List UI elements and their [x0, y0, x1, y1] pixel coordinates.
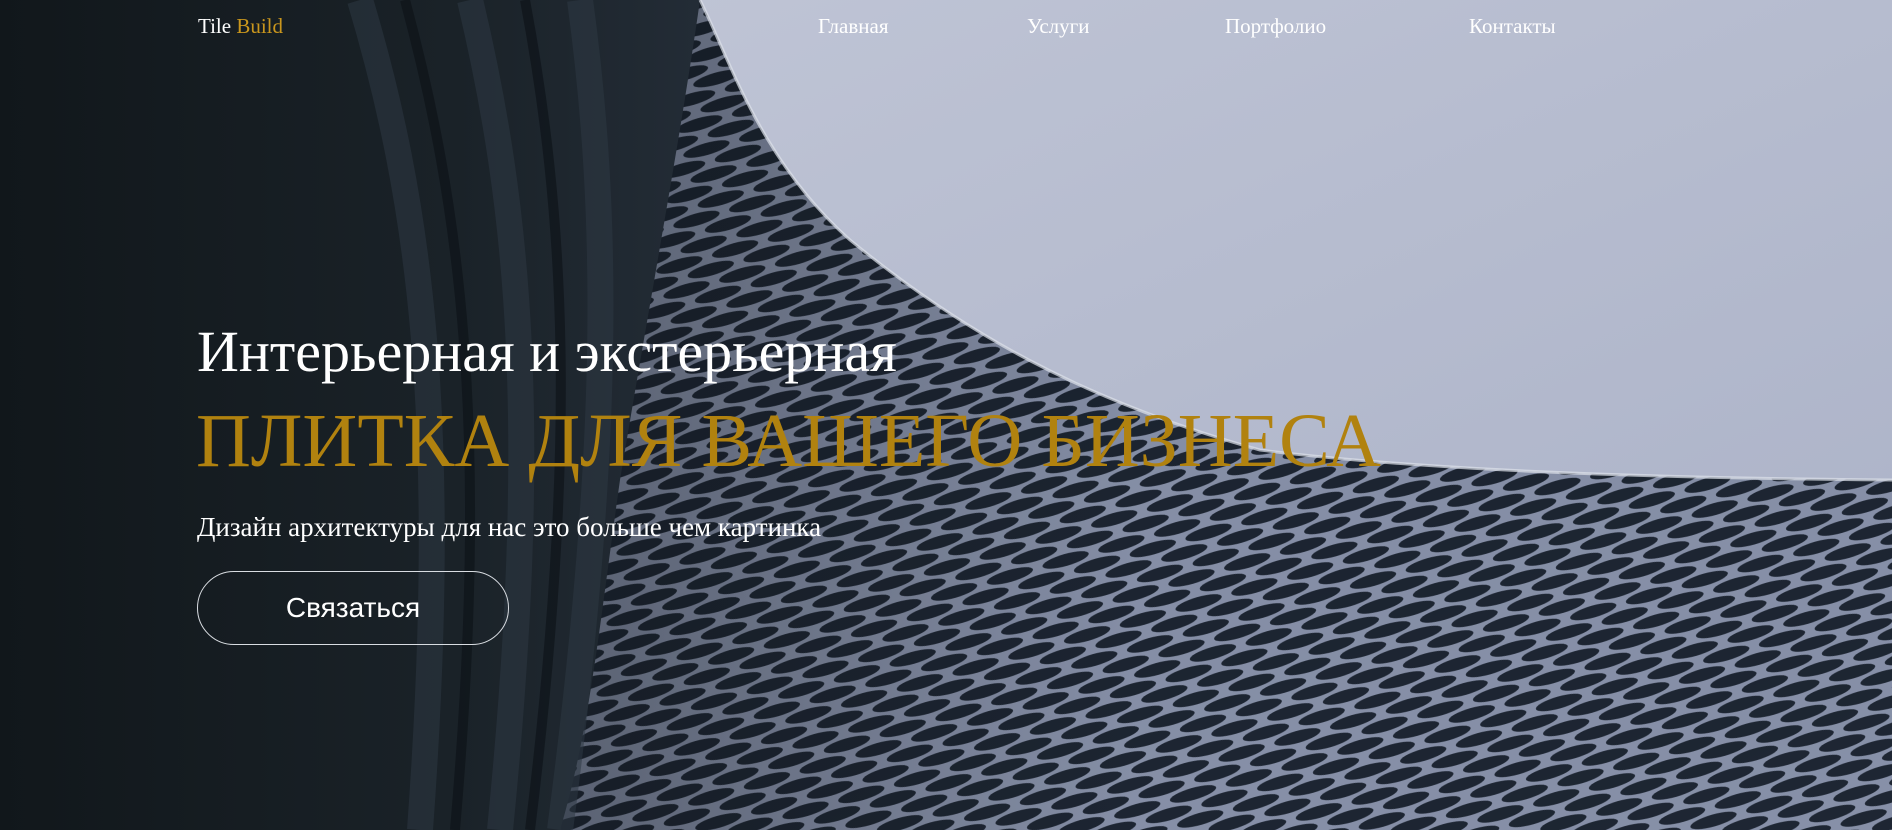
logo[interactable]: Tile Build — [198, 12, 283, 40]
hero-section: Tile Build Главная Услуги Портфолио Конт… — [0, 0, 1892, 830]
logo-text-accent: Build — [236, 14, 284, 38]
logo-text-primary: Tile — [198, 14, 232, 38]
navbar: Tile Build Главная Услуги Портфолио Конт… — [0, 0, 1892, 56]
nav-link-home[interactable]: Главная — [818, 12, 889, 40]
hero-heading: ПЛИТКА ДЛЯ ВАШЕГО БИЗНЕСА — [196, 399, 1381, 483]
hero-subtitle: Дизайн архитектуры для нас это больше че… — [197, 512, 822, 542]
hero-title: Интерьерная и экстерьерная — [197, 319, 897, 384]
nav-link-contacts[interactable]: Контакты — [1469, 12, 1556, 40]
nav-link-services[interactable]: Услуги — [1027, 12, 1090, 40]
nav-link-portfolio[interactable]: Портфолио — [1225, 12, 1326, 40]
contact-button[interactable]: Связаться — [197, 571, 509, 645]
